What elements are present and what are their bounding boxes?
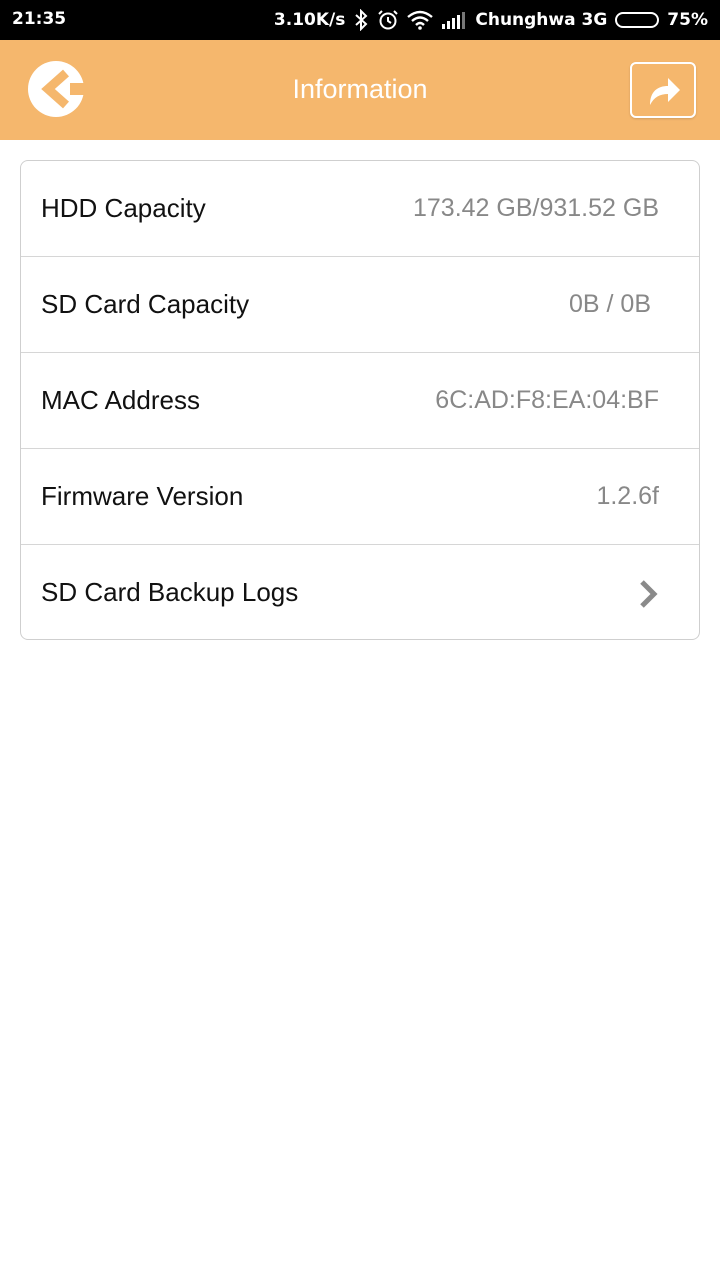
sd-card-capacity-row: SD Card Capacity 0B / 0B [21, 257, 699, 353]
hdd-capacity-label: HDD Capacity [41, 193, 206, 223]
hdd-capacity-value: 173.42 GB/931.52 GB [412, 194, 659, 222]
mac-address-label: MAC Address [41, 385, 200, 415]
share-button[interactable] [630, 62, 696, 118]
chevron-right-icon [637, 579, 659, 614]
firmware-version-value: 1.2.6f [596, 482, 659, 510]
wifi-icon [407, 10, 434, 30]
share-arrow-icon [650, 78, 680, 105]
carrier-name: Chunghwa 3G [475, 10, 608, 30]
signal-icon [441, 11, 467, 29]
mac-address-value: 6C:AD:F8:EA:04:BF [435, 386, 659, 414]
hdd-capacity-row: HDD Capacity 173.42 GB/931.52 GB [21, 161, 699, 257]
sd-card-capacity-value: 0B / 0B [569, 290, 651, 318]
app-header: Information [0, 40, 720, 140]
status-time: 21:35 [12, 9, 67, 29]
mac-address-row: MAC Address 6C:AD:F8:EA:04:BF [21, 353, 699, 449]
alarm-icon [377, 9, 399, 31]
information-list: HDD Capacity 173.42 GB/931.52 GB SD Card… [20, 160, 700, 640]
sd-card-backup-logs-row[interactable]: SD Card Backup Logs [21, 545, 699, 639]
bluetooth-icon [353, 9, 369, 31]
sd-card-capacity-label: SD Card Capacity [41, 289, 250, 319]
firmware-version-label: Firmware Version [41, 481, 244, 511]
status-bar: 21:35 3.10K/s Chunghwa 3G 75% [0, 0, 720, 40]
battery-percent: 75% [667, 10, 708, 30]
status-indicators: 3.10K/s Chunghwa 3G 75% [274, 0, 708, 40]
page-title: Information [292, 74, 428, 104]
battery-icon [615, 12, 660, 28]
firmware-version-row: Firmware Version 1.2.6f [21, 449, 699, 545]
sd-card-backup-logs-label: SD Card Backup Logs [41, 577, 299, 607]
network-speed: 3.10K/s [273, 10, 346, 30]
